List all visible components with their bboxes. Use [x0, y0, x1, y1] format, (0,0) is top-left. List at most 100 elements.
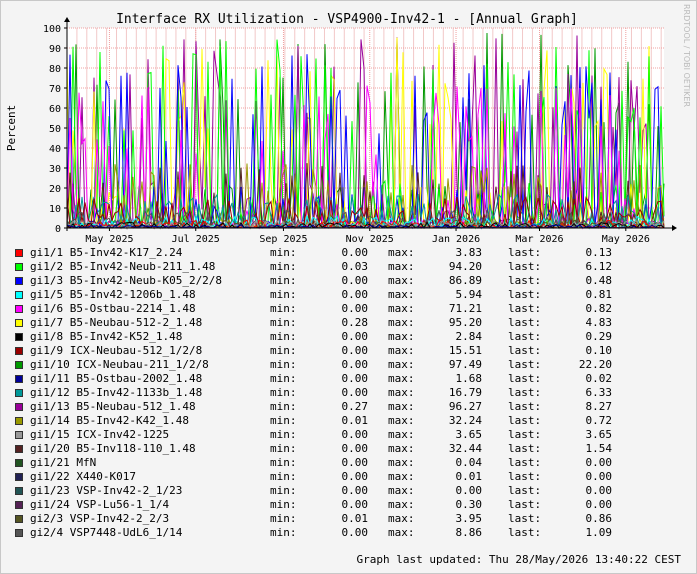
legend-swatch — [15, 501, 23, 509]
legend-min-label: min: — [270, 456, 297, 469]
y-tick-label: 70 — [49, 84, 61, 95]
legend-max-label: max: — [388, 358, 415, 371]
legend-swatch — [15, 277, 23, 285]
y-axis-arrow — [64, 17, 70, 22]
legend-last-label: last: — [508, 330, 542, 343]
legend-max-value: 15.51 — [448, 344, 482, 357]
legend-max-label: max: — [388, 260, 415, 273]
y-tick-label: 90 — [49, 44, 61, 55]
y-tick-label: 40 — [49, 144, 61, 155]
legend-max-value: 3.65 — [455, 428, 483, 441]
legend-max-value: 86.89 — [448, 274, 482, 287]
x-tick-label: Nov 2025 — [346, 234, 394, 245]
legend-max-value: 2.84 — [455, 330, 483, 343]
legend-max-value: 5.94 — [455, 288, 483, 301]
legend-max-value: 97.49 — [448, 358, 482, 371]
legend-swatch — [15, 263, 23, 271]
legend-series-name: gi1/6 B5-Ostbau-2214_1.48 — [30, 302, 196, 315]
rx-utilization-chart: Interface RX Utilization - VSP4900-Inv42… — [5, 4, 691, 245]
y-tick-label: 20 — [49, 184, 61, 195]
legend-max-value: 8.86 — [455, 526, 483, 539]
legend-last-label: last: — [508, 288, 542, 301]
legend-min-value: 0.01 — [341, 414, 369, 427]
legend-series-name: gi1/3 B5-Inv42-Neub-K05_2/2/8 — [30, 274, 223, 287]
legend-series-name: gi1/22 X440-K017 — [30, 470, 136, 483]
legend-min-value: 0.00 — [341, 498, 369, 511]
legend-max-value: 96.27 — [448, 400, 482, 413]
legend-last-value: 8.27 — [585, 400, 613, 413]
legend-swatch — [15, 459, 23, 467]
legend-series-name: gi1/1 B5-Inv42-K17_2.24 — [30, 246, 183, 259]
legend-min-label: min: — [270, 330, 297, 343]
legend-min-label: min: — [270, 386, 297, 399]
legend-last-label: last: — [508, 526, 542, 539]
legend-min-value: 0.00 — [341, 274, 369, 287]
legend-last-label: last: — [508, 358, 542, 371]
legend-min-label: min: — [270, 512, 297, 525]
chart-title: Interface RX Utilization - VSP4900-Inv42… — [116, 12, 578, 27]
legend-min-value: 0.00 — [341, 288, 369, 301]
legend-last-label: last: — [508, 386, 542, 399]
legend-series-name: gi1/7 B5-Neubau-512-2_1.48 — [30, 316, 203, 329]
legend-last-label: last: — [508, 316, 542, 329]
legend-last-value: 0.82 — [585, 302, 613, 315]
y-axis-label: Percent — [5, 105, 18, 151]
legend-min-label: min: — [270, 316, 297, 329]
y-tick-label: 10 — [49, 204, 61, 215]
legend-swatch — [15, 319, 23, 327]
legend-max-label: max: — [388, 274, 415, 287]
y-tick-label: 100 — [43, 24, 61, 35]
legend-min-label: min: — [270, 288, 297, 301]
legend-min-value: 0.00 — [341, 456, 369, 469]
legend-min-label: min: — [270, 428, 297, 441]
legend-max-label: max: — [388, 344, 415, 357]
legend-swatch — [15, 333, 23, 341]
legend-min-label: min: — [270, 246, 297, 259]
legend-last-value: 6.33 — [585, 386, 613, 399]
legend-series-name: gi1/12 B5-Inv42-1133b_1.48 — [30, 386, 203, 399]
legend-series-name: gi1/20 B5-Inv118-110_1.48 — [30, 442, 196, 455]
legend-last-label: last: — [508, 442, 542, 455]
legend-series-name: gi1/21 MfN — [30, 456, 97, 469]
legend-last-label: last: — [508, 344, 542, 357]
legend-last-label: last: — [508, 260, 542, 273]
legend-min-value: 0.00 — [341, 372, 369, 385]
legend-last-value: 0.00 — [585, 456, 613, 469]
legend-min-value: 0.00 — [341, 484, 369, 497]
legend-min-value: 0.00 — [341, 330, 369, 343]
legend-min-value: 0.00 — [341, 428, 369, 441]
legend-last-value: 4.83 — [585, 316, 613, 329]
legend-series-name: gi1/23 VSP-Inv42-2_1/23 — [30, 484, 183, 497]
legend-last-label: last: — [508, 498, 542, 511]
legend-max-value: 0.01 — [455, 470, 483, 483]
legend-min-label: min: — [270, 274, 297, 287]
legend-max-label: max: — [388, 470, 415, 483]
legend-swatch — [15, 389, 23, 397]
legend-swatch — [15, 249, 23, 257]
legend-min-label: min: — [270, 442, 297, 455]
legend-last-value: 3.65 — [585, 428, 613, 441]
legend-max-label: max: — [388, 386, 415, 399]
legend-max-label: max: — [388, 246, 415, 259]
legend-max-value: 0.04 — [455, 456, 483, 469]
legend-max-label: max: — [388, 288, 415, 301]
legend-last-value: 0.48 — [585, 274, 613, 287]
y-tick-label: 60 — [49, 104, 61, 115]
legend-last-value: 0.10 — [585, 344, 613, 357]
legend-max-value: 3.83 — [455, 246, 483, 259]
legend-max-label: max: — [388, 316, 415, 329]
legend-min-value: 0.00 — [341, 526, 369, 539]
legend-max-label: max: — [388, 512, 415, 525]
legend-series-name: gi1/9 ICX-Neubau-512_1/2/8 — [30, 344, 203, 357]
last-updated: Graph last updated: Thu 28/May/2026 13:4… — [356, 553, 681, 566]
legend-last-value: 0.00 — [585, 470, 613, 483]
legend-last-value: 0.72 — [585, 414, 613, 427]
legend-series-name: gi1/10 ICX-Neubau-211_1/2/8 — [30, 358, 209, 371]
legend-max-label: max: — [388, 456, 415, 469]
legend-max-label: max: — [388, 442, 415, 455]
legend-swatch — [15, 529, 23, 537]
legend-min-label: min: — [270, 526, 297, 539]
legend-last-value: 0.81 — [585, 288, 613, 301]
legend-swatch — [15, 305, 23, 313]
legend-swatch — [15, 515, 23, 523]
